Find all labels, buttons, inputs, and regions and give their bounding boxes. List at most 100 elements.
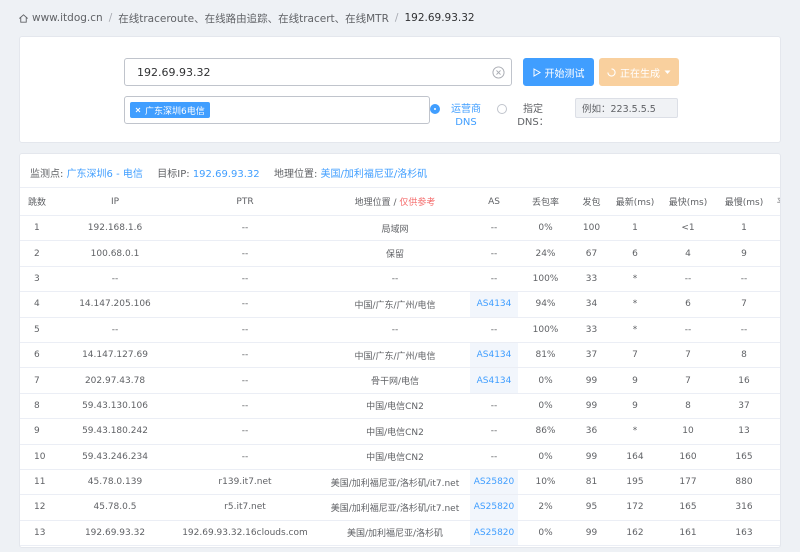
- cell-hop: 13: [20, 520, 60, 547]
- cell-ip: 100.68.0.1: [60, 240, 170, 267]
- cell-ptr: --: [170, 266, 320, 293]
- dns-option-custom-label: 指定 DNS：: [517, 104, 549, 128]
- dns-option-isp-label: 运营商 DNS: [451, 104, 481, 128]
- generating-button[interactable]: 正在生成: [599, 58, 679, 86]
- results-card: 监测点: 广东深圳6 - 电信 目标IP: 192.69.93.32 地理位置:…: [19, 153, 781, 548]
- cell-last: *: [610, 317, 660, 343]
- geo-value: 美国/加利福尼亚/洛杉矶: [320, 169, 428, 180]
- cell-ip: 192.168.1.6: [60, 215, 170, 242]
- cell-hop: 3: [20, 266, 60, 293]
- cell-avg: 5: [772, 240, 780, 267]
- cell-avg: 185: [772, 494, 780, 521]
- cell-hop: 6: [20, 342, 60, 369]
- as-link[interactable]: AS4134: [470, 367, 518, 394]
- target-value: 192.69.93.32: [192, 169, 260, 180]
- cell-hop: 4: [20, 291, 60, 318]
- cell-hop: 8: [20, 393, 60, 420]
- table-row: 2100.68.0.1--保留--24%676495: [20, 240, 780, 267]
- cell-last: 195: [610, 469, 660, 496]
- cell-best: 6: [660, 291, 716, 318]
- col-worst: 最慢(ms): [716, 187, 772, 216]
- cell-loss: 100%: [518, 317, 573, 343]
- start-test-button[interactable]: 开始测试: [523, 58, 594, 86]
- play-icon: [533, 67, 541, 77]
- as-link[interactable]: AS25820: [470, 469, 518, 496]
- cell-best: 177: [660, 469, 716, 496]
- cell-ptr: r139.it7.net: [170, 469, 320, 496]
- cell-last: 7: [610, 342, 660, 369]
- cell-ip: --: [60, 266, 170, 293]
- hop-table-body: 1192.168.1.6--局域网--0%1001<11<12100.68.0.…: [20, 215, 780, 547]
- table-row: 859.43.130.106--中国/电信CN2--0%9998378: [20, 393, 780, 420]
- col-geo: 地理位置 / 仅供参考: [320, 187, 470, 216]
- breadcrumb-current: 192.69.93.32: [404, 12, 475, 24]
- cell-worst: 316: [716, 494, 772, 521]
- cell-best: 160: [660, 444, 716, 470]
- cell-best: 4: [660, 240, 716, 267]
- tag-close-icon[interactable]: [135, 107, 141, 113]
- breadcrumb-separator: /: [394, 12, 399, 24]
- as-link[interactable]: AS25820: [470, 494, 518, 521]
- cell-hop: 7: [20, 367, 60, 394]
- as-link[interactable]: AS4134: [470, 291, 518, 318]
- cell-best: --: [660, 266, 716, 293]
- cell-avg: --: [772, 266, 780, 293]
- cell-hop: 10: [20, 444, 60, 470]
- clear-icon[interactable]: [492, 66, 505, 79]
- table-row: 3--------100%33*------: [20, 266, 780, 293]
- col-last: 最新(ms): [610, 187, 660, 216]
- dns-option-isp[interactable]: 运营商 DNS: [430, 103, 486, 129]
- generating-label: 正在生成: [620, 68, 660, 80]
- cell-avg: --: [772, 317, 780, 343]
- breadcrumb: www.itdog.cn / 在线traceroute、在线路由追踪、在线tra…: [18, 11, 475, 25]
- col-ptr: PTR: [170, 187, 320, 216]
- caret-down-icon: [664, 70, 671, 74]
- as-link[interactable]: AS4134: [470, 342, 518, 369]
- target-ip-input[interactable]: 192.69.93.32: [124, 58, 512, 86]
- table-row: 1192.168.1.6--局域网--0%1001<11<1: [20, 215, 780, 242]
- dns-option-custom[interactable]: 指定 DNS：: [497, 103, 553, 129]
- cell-as: --: [470, 266, 518, 293]
- table-row: 6 14.147.127.69 -- 中国/广东/广州/电信 AS4134 81% 37 7 7…: [20, 342, 780, 369]
- cell-last: 9: [610, 367, 660, 394]
- table-row: 4 14.147.205.106 -- 中国/广东/广州/电信 AS4134 94% 34 *…: [20, 291, 780, 318]
- cell-worst: 7: [716, 291, 772, 318]
- result-summary: 监测点: 广东深圳6 - 电信 目标IP: 192.69.93.32 地理位置:…: [30, 165, 427, 180]
- test-form-card: 192.69.93.32 开始测试 正在生成 广东深圳6电信 运营商 DNS 指…: [19, 36, 781, 143]
- node-value: 广东深圳6 - 电信: [66, 169, 143, 180]
- breadcrumb-section-link[interactable]: 在线traceroute、在线路由追踪、在线tracert、在线MTR: [118, 11, 389, 26]
- cell-ip: 14.147.205.106: [60, 291, 170, 318]
- cell-geo: 中国/电信CN2: [320, 393, 470, 420]
- cell-avg: 11: [772, 418, 780, 445]
- cell-sent: 33: [573, 317, 610, 343]
- breadcrumb-home-link[interactable]: www.itdog.cn: [32, 12, 103, 24]
- node-tag: 广东深圳6电信: [130, 102, 210, 118]
- cell-loss: 0%: [518, 393, 573, 420]
- cell-ip: 192.69.93.32: [60, 520, 170, 547]
- cell-hop: 9: [20, 418, 60, 445]
- cell-avg: 11: [772, 367, 780, 394]
- target-ip-value: 192.69.93.32: [137, 65, 211, 79]
- cell-worst: 16: [716, 367, 772, 394]
- cell-loss: 0%: [518, 520, 573, 547]
- cell-hop: 5: [20, 317, 60, 343]
- monitor-node-select[interactable]: 广东深圳6电信: [124, 96, 430, 124]
- home-icon[interactable]: [18, 13, 29, 24]
- cell-ip: 59.43.180.242: [60, 418, 170, 445]
- cell-ptr: --: [170, 215, 320, 242]
- cell-geo: 中国/广东/广州/电信: [320, 342, 470, 369]
- cell-worst: 163: [716, 520, 772, 547]
- cell-best: 8: [660, 393, 716, 420]
- cell-as: --: [470, 418, 518, 445]
- cell-avg: 224: [772, 469, 780, 496]
- cell-worst: 37: [716, 393, 772, 420]
- cell-worst: 9: [716, 240, 772, 267]
- custom-dns-input[interactable]: 例如：223.5.5.5: [575, 98, 678, 118]
- geo-label: 地理位置:: [273, 169, 318, 180]
- cell-best: 10: [660, 418, 716, 445]
- as-link[interactable]: AS25820: [470, 520, 518, 547]
- cell-avg: 161: [772, 444, 780, 470]
- cell-hop: 12: [20, 494, 60, 521]
- cell-sent: 99: [573, 393, 610, 420]
- cell-loss: 0%: [518, 215, 573, 242]
